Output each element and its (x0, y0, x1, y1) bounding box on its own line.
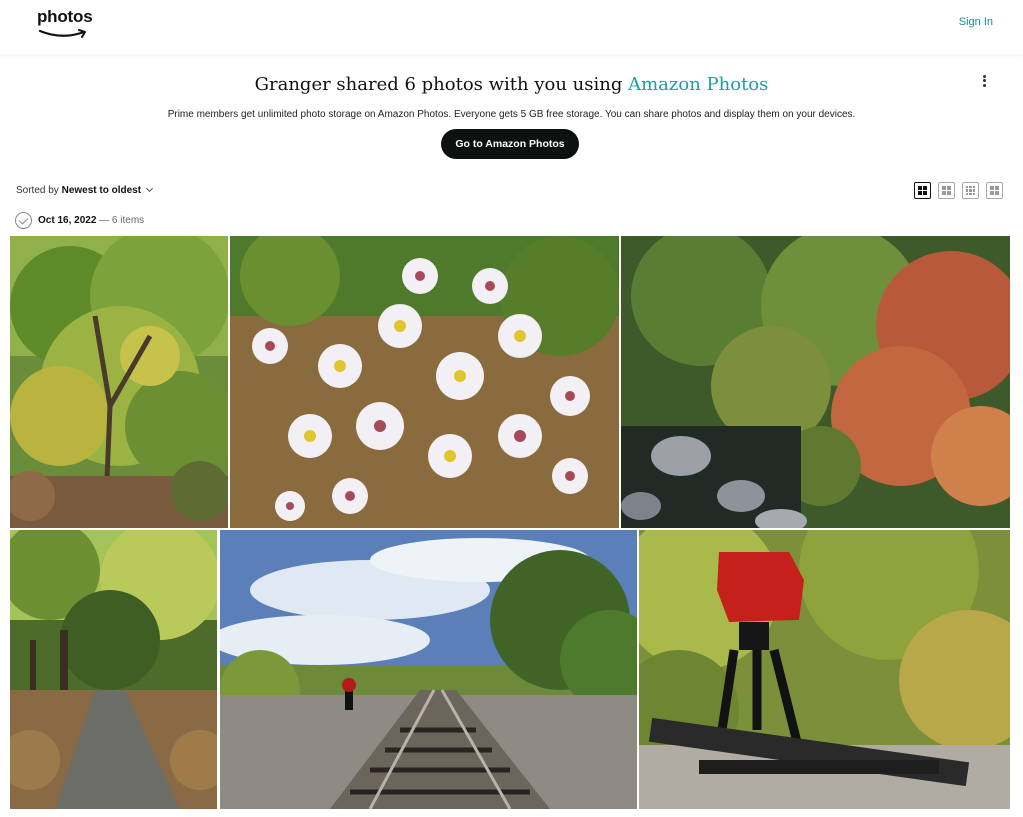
go-to-amazon-photos-button[interactable]: Go to Amazon Photos (441, 129, 579, 159)
photo-white-asters (230, 236, 619, 528)
square-grid-view-button[interactable] (986, 182, 1003, 199)
sort-value: Newest to oldest (61, 185, 142, 196)
photo-tile-3[interactable] (621, 236, 1010, 528)
sign-in-link[interactable]: Sign In (959, 16, 993, 28)
small-grid-view-button[interactable] (938, 182, 955, 199)
more-options-icon[interactable] (978, 73, 990, 91)
photo-tile-4[interactable] (10, 530, 217, 809)
share-title: Granger shared 6 photos with you using A… (0, 74, 1023, 95)
amazon-photos-brand: Amazon Photos (628, 74, 769, 95)
logo-text: photos (37, 7, 93, 26)
large-grid-view-button[interactable] (914, 182, 931, 199)
group-item-count: — 6 items (96, 215, 145, 226)
photo-tile-6[interactable] (639, 530, 1010, 809)
amazon-photos-logo[interactable]: photos (37, 7, 93, 39)
photo-leafy-path (10, 530, 217, 809)
group-date: Oct 16, 2022 — 6 items (38, 215, 144, 226)
select-group-check-icon[interactable] (15, 212, 32, 229)
photo-tile-2[interactable] (230, 236, 619, 528)
share-title-text: Granger shared 6 photos with you using (254, 74, 629, 95)
storage-info-text: Prime members get unlimited photo storag… (167, 109, 856, 120)
medium-grid-icon (966, 186, 975, 195)
group-date-label: Oct 16, 2022 (38, 215, 97, 226)
photo-red-switch-stand (639, 530, 1010, 809)
photo-tile-5[interactable] (220, 530, 637, 809)
photo-autumn-vines (621, 236, 1010, 528)
photo-tile-1[interactable] (10, 236, 228, 528)
small-grid-icon (942, 186, 951, 195)
photo-railroad-tracks (220, 530, 637, 809)
photo-tree-autumn (10, 236, 228, 528)
amazon-smile-icon (38, 29, 86, 38)
square-grid-icon (990, 186, 999, 195)
medium-grid-view-button[interactable] (962, 182, 979, 199)
large-grid-icon (918, 186, 927, 195)
sort-prefix: Sorted by (16, 185, 62, 196)
top-bar: photos Sign In (0, 0, 1023, 54)
chevron-down-icon (146, 184, 154, 193)
sort-dropdown[interactable]: Sorted by Newest to oldest (16, 184, 154, 196)
